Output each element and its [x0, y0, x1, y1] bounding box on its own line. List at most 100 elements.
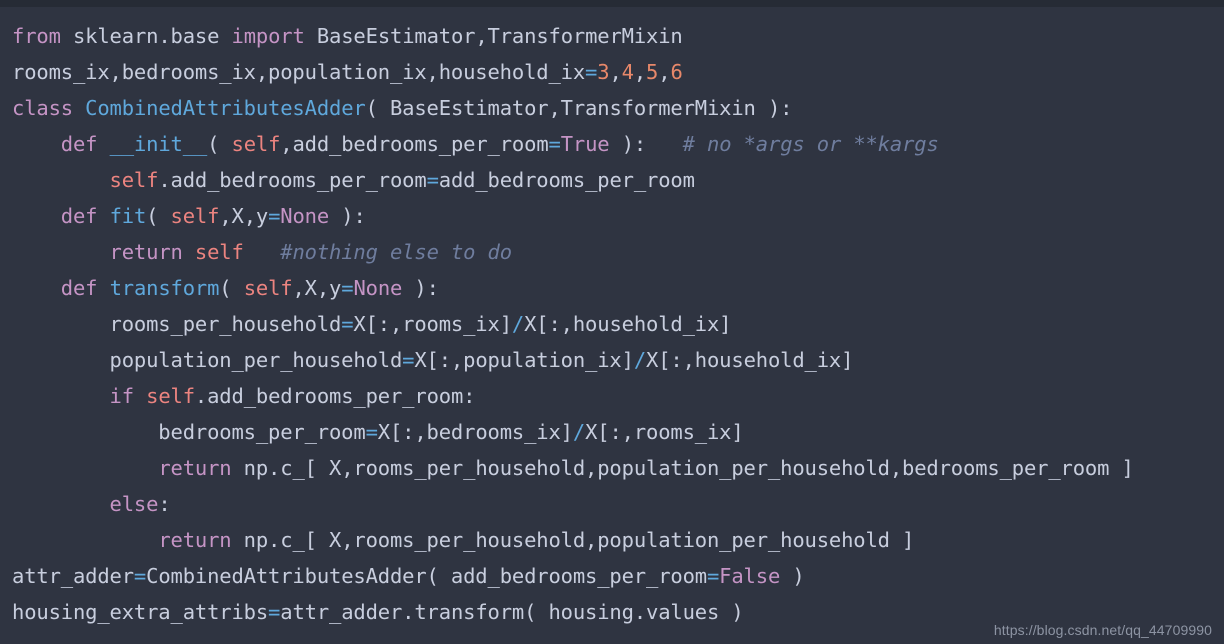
code-line: rooms_per_household=X[:,rooms_ix]/X[:,ho…: [12, 306, 1224, 342]
code-token-op: =: [426, 168, 439, 192]
code-token-op: =: [548, 132, 561, 156]
code-token-kw: import: [231, 24, 305, 48]
code-token-pun: (: [146, 204, 171, 228]
code-line: class CombinedAttributesAdder( BaseEstim…: [12, 90, 1224, 126]
code-line: return self #nothing else to do: [12, 234, 1224, 270]
code-line: if self.add_bedrooms_per_room:: [12, 378, 1224, 414]
code-line: return np.c_[ X,rooms_per_household,popu…: [12, 450, 1224, 486]
code-token-pun: [12, 384, 110, 408]
code-token-op: /: [633, 348, 647, 372]
code-token-pun: [12, 456, 158, 480]
code-token-txt: ,X,y: [292, 276, 342, 300]
code-token-pun: [183, 240, 195, 264]
code-token-pun: (: [219, 276, 244, 300]
code-token-cmt: # no *args or **kargs: [682, 132, 939, 156]
code-token-pun: :: [158, 492, 171, 516]
code-token-op: =: [268, 600, 281, 624]
code-token-txt: X[:,household_ix]: [524, 312, 732, 336]
code-token-pun: [97, 204, 109, 228]
code-token-txt: housing_extra_attribs: [12, 600, 269, 624]
code-token-pun: ): [780, 564, 805, 588]
code-token-txt: BaseEstimator,TransformerMixin: [389, 96, 756, 120]
code-token-num: 6: [670, 60, 683, 84]
code-token-txt: X[:,rooms_ix]: [585, 420, 744, 444]
code-token-pun: ):: [402, 276, 439, 300]
code-token-txt: ,add_bedrooms_per_room: [280, 132, 549, 156]
code-token-txt: .add_bedrooms_per_room: [158, 168, 427, 192]
code-token-const: None: [280, 204, 330, 228]
code-token-pun: [12, 240, 110, 264]
code-token-txt: rooms_ix,bedrooms_ix,population_ix,house…: [12, 60, 586, 84]
code-token-self: self: [170, 204, 220, 228]
code-token-pun: [12, 528, 158, 552]
code-token-self: self: [231, 132, 281, 156]
code-token-pun: ):: [329, 204, 366, 228]
code-token-self: self: [243, 276, 293, 300]
code-token-pun: (: [365, 96, 390, 120]
code-token-pun: [12, 492, 110, 516]
code-token-fn: __init__: [109, 132, 208, 156]
code-token-pun: [97, 276, 109, 300]
code-token-txt: bedrooms_per_room: [12, 420, 366, 444]
code-token-op: /: [511, 312, 525, 336]
code-token-op: =: [133, 564, 147, 588]
code-token-pun: [12, 204, 61, 228]
code-token-op: =: [268, 204, 281, 228]
code-token-const: None: [353, 276, 403, 300]
code-line: def fit( self,X,y=None ):: [12, 198, 1224, 234]
code-token-pun: ):: [755, 96, 793, 120]
code-token-pun: ,: [633, 60, 647, 84]
code-token-pun: [134, 384, 146, 408]
code-token-kw: def: [60, 276, 98, 300]
code-line: self.add_bedrooms_per_room=add_bedrooms_…: [12, 162, 1224, 198]
code-token-txt: X[:,bedrooms_ix]: [377, 420, 573, 444]
code-editor[interactable]: from sklearn.base import BaseEstimator,T…: [0, 0, 1224, 644]
code-token-kw: class: [12, 96, 73, 120]
code-token-kw: else: [109, 492, 159, 516]
code-line: attr_adder=CombinedAttributesAdder( add_…: [12, 558, 1224, 594]
code-token-txt: .add_bedrooms_per_room:: [194, 384, 476, 408]
code-token-kw: return: [158, 528, 232, 552]
code-token-fn: CombinedAttributesAdder: [85, 96, 366, 120]
code-token-const: False: [719, 564, 781, 588]
code-token-num: 3: [597, 60, 610, 84]
code-token-kw: from: [12, 24, 61, 48]
code-token-pun: (: [207, 132, 232, 156]
code-token-txt: ,X,y: [219, 204, 269, 228]
code-token-self: self: [146, 384, 195, 408]
code-token-pun: [12, 168, 110, 192]
code-token-op: =: [585, 60, 598, 84]
code-token-kw: def: [60, 132, 98, 156]
code-token-txt: X[:,household_ix]: [646, 348, 854, 372]
code-token-pun: [61, 24, 73, 48]
code-token-pun: [12, 276, 61, 300]
code-token-fn: fit: [109, 204, 147, 228]
code-block[interactable]: from sklearn.base import BaseEstimator,T…: [0, 7, 1224, 630]
code-token-txt: sklearn.base: [72, 24, 220, 48]
code-token-pun: [73, 96, 85, 120]
code-token-op: =: [341, 312, 354, 336]
code-token-pun: [646, 132, 683, 156]
code-token-pun: [244, 240, 281, 264]
watermark-url: https://blog.csdn.net/qq_44709990: [993, 622, 1212, 638]
code-token-num: 4: [621, 60, 634, 84]
code-token-pun: [12, 132, 61, 156]
code-line: def __init__( self,add_bedrooms_per_room…: [12, 126, 1224, 162]
code-line: else:: [12, 486, 1224, 522]
code-line: return np.c_[ X,rooms_per_household,popu…: [12, 522, 1224, 558]
code-line: bedrooms_per_room=X[:,bedrooms_ix]/X[:,r…: [12, 414, 1224, 450]
code-token-kw: def: [60, 204, 98, 228]
code-token-kw: return: [158, 456, 232, 480]
code-token-pun: [231, 528, 243, 552]
code-line: from sklearn.base import BaseEstimator,T…: [12, 18, 1224, 54]
code-token-kw: return: [109, 240, 183, 264]
code-token-txt: CombinedAttributesAdder( add_bedrooms_pe…: [146, 564, 707, 588]
code-token-op: /: [572, 420, 586, 444]
code-token-txt: add_bedrooms_per_room: [438, 168, 695, 192]
code-line: population_per_household=X[:,population_…: [12, 342, 1224, 378]
code-token-num: 5: [646, 60, 659, 84]
code-line: rooms_ix,bedrooms_ix,population_ix,house…: [12, 54, 1224, 90]
code-token-txt: BaseEstimator,TransformerMixin: [316, 24, 683, 48]
code-token-pun: [97, 132, 109, 156]
code-token-op: =: [365, 420, 378, 444]
